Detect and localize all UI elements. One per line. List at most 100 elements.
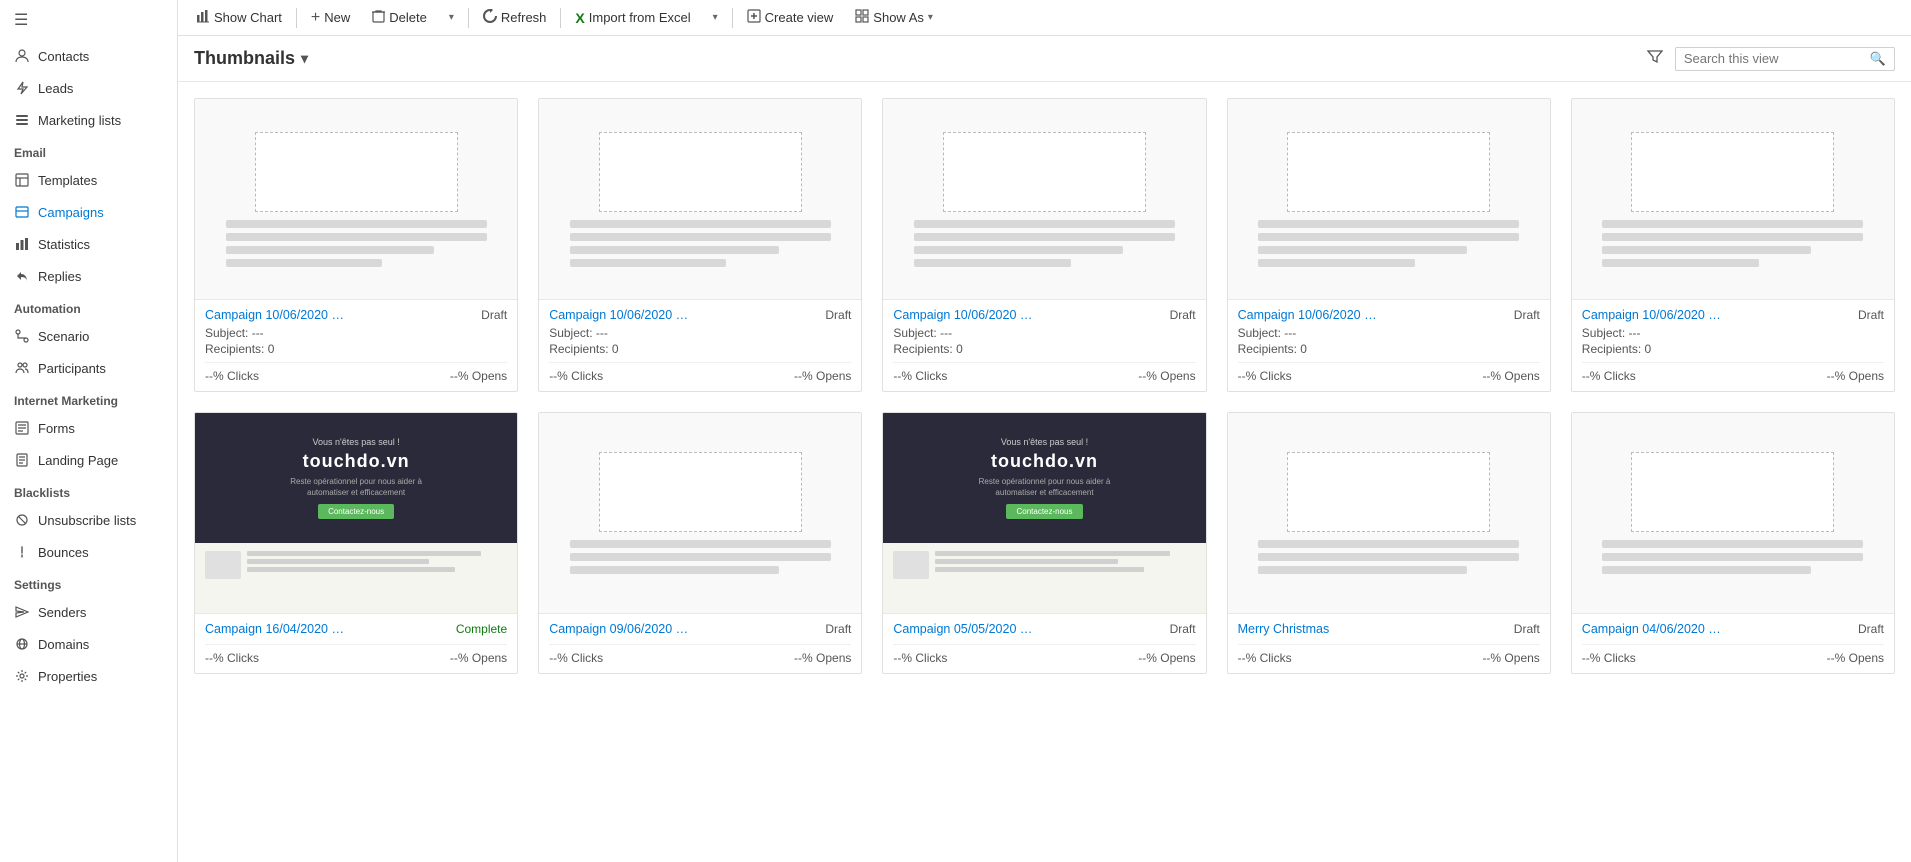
sidebar-item-senders[interactable]: Senders xyxy=(0,596,177,628)
sidebar-item-properties[interactable]: Properties xyxy=(0,660,177,692)
campaign-title-7[interactable]: Campaign 09/06/2020 à ... xyxy=(549,622,689,636)
preview-line xyxy=(226,233,487,241)
campaign-card-8[interactable]: Vous n'êtes pas seul ! touchdo.vn Reste … xyxy=(882,412,1206,674)
campaign-card-9[interactable]: Merry Christmas Draft --% Clicks --% Ope… xyxy=(1227,412,1551,674)
campaign-info-7: Campaign 09/06/2020 à ... Draft --% Clic… xyxy=(539,613,861,673)
refresh-button[interactable]: Refresh xyxy=(473,5,557,30)
campaign-recipients-3: Recipients: 0 xyxy=(893,342,1195,356)
campaign-card-2[interactable]: Campaign 10/06/2020 à ... Draft Subject:… xyxy=(538,98,862,392)
sidebar-item-leads[interactable]: Leads xyxy=(0,72,177,104)
import-dropdown-button[interactable]: ▾ xyxy=(703,8,728,27)
campaign-card-4[interactable]: Campaign 10/06/2020 à ... Draft Subject:… xyxy=(1227,98,1551,392)
sender-icon xyxy=(14,604,30,620)
sidebar-item-landing-page[interactable]: Landing Page xyxy=(0,444,177,476)
campaign-title-5[interactable]: Campaign 10/06/2020 à ... xyxy=(1582,308,1722,322)
sidebar-item-leads-label: Leads xyxy=(38,81,73,96)
search-input[interactable] xyxy=(1684,51,1864,66)
sidebar-item-forms[interactable]: Forms xyxy=(0,412,177,444)
campaign-card-7[interactable]: Campaign 09/06/2020 à ... Draft --% Clic… xyxy=(538,412,862,674)
campaign-preview-7 xyxy=(539,413,861,613)
campaign-title-2[interactable]: Campaign 10/06/2020 à ... xyxy=(549,308,689,322)
sidebar-item-unsubscribe-lists[interactable]: Unsubscribe lists xyxy=(0,504,177,536)
campaign-stats-4: --% Clicks --% Opens xyxy=(1238,362,1540,383)
campaign-title-1[interactable]: Campaign 10/06/2020 à ... xyxy=(205,308,345,322)
preview-placeholder-box-2 xyxy=(599,132,802,212)
campaign-opens-10: --% Opens xyxy=(1827,651,1884,665)
campaign-title-10[interactable]: Campaign 04/06/2020 à ... xyxy=(1582,622,1722,636)
campaign-card-3[interactable]: Campaign 10/06/2020 à ... Draft Subject:… xyxy=(882,98,1206,392)
campaign-subject-4: Subject: --- xyxy=(1238,326,1540,340)
campaign-title-8[interactable]: Campaign 05/05/2020 à ... xyxy=(893,622,1033,636)
flow-icon xyxy=(14,328,30,344)
campaign-card-10[interactable]: Campaign 04/06/2020 à ... Draft --% Clic… xyxy=(1571,412,1895,674)
campaign-clicks-10: --% Clicks xyxy=(1582,651,1636,665)
sidebar-item-senders-label: Senders xyxy=(38,605,86,620)
touchdown-preview: Vous n'êtes pas seul ! touchdo.vn Reste … xyxy=(195,413,517,613)
campaign-opens-4: --% Opens xyxy=(1482,369,1539,383)
preview-lines-10 xyxy=(1602,540,1863,574)
sidebar-item-contacts[interactable]: Contacts xyxy=(0,40,177,72)
sidebar-item-replies[interactable]: Replies xyxy=(0,260,177,292)
sidebar-item-campaigns[interactable]: Campaigns xyxy=(0,196,177,228)
campaign-subject-2: Subject: --- xyxy=(549,326,851,340)
sidebar-item-domains[interactable]: Domains xyxy=(0,628,177,660)
preview-line xyxy=(1258,540,1519,548)
td-line xyxy=(247,567,455,572)
view-actions: 🔍 xyxy=(1643,44,1895,73)
view-title[interactable]: Thumbnails ▾ xyxy=(194,48,308,69)
sidebar-item-scenario[interactable]: Scenario xyxy=(0,320,177,352)
hamburger-menu[interactable]: ☰ xyxy=(0,0,177,40)
lightning-icon xyxy=(14,80,30,96)
campaign-info-2: Campaign 10/06/2020 à ... Draft Subject:… xyxy=(539,299,861,391)
sidebar-section-automation: Automation xyxy=(0,292,177,320)
title-row-8: Campaign 05/05/2020 à ... Draft xyxy=(893,622,1195,636)
preview-line xyxy=(1258,566,1467,574)
campaign-title-6[interactable]: Campaign 16/04/2020 à ... xyxy=(205,622,345,636)
show-as-button[interactable]: Show As ▾ xyxy=(845,5,943,30)
campaign-status-4: Draft xyxy=(1514,308,1540,322)
td-cta: Contactez-nous xyxy=(318,504,394,519)
show-as-arrow-icon: ▾ xyxy=(928,12,933,23)
group-icon xyxy=(14,360,30,376)
td-line xyxy=(935,559,1117,564)
campaign-clicks-4: --% Clicks xyxy=(1238,369,1292,383)
preview-line xyxy=(1602,566,1811,574)
campaign-preview-3 xyxy=(883,99,1205,299)
sidebar-item-templates[interactable]: Templates xyxy=(0,164,177,196)
campaign-card-1[interactable]: Campaign 10/06/2020 à ... Draft Subject:… xyxy=(194,98,518,392)
delete-button[interactable]: Delete xyxy=(362,5,437,30)
campaign-card-5[interactable]: Campaign 10/06/2020 à ... Draft Subject:… xyxy=(1571,98,1895,392)
sidebar-section-settings: Settings xyxy=(0,568,177,596)
sidebar-item-landing-page-label: Landing Page xyxy=(38,453,118,468)
campaign-opens-7: --% Opens xyxy=(794,651,851,665)
sidebar-item-replies-label: Replies xyxy=(38,269,81,284)
sidebar-item-statistics[interactable]: Statistics xyxy=(0,228,177,260)
new-button[interactable]: + New xyxy=(301,5,360,31)
preview-line xyxy=(914,259,1071,267)
separator-4 xyxy=(732,8,733,28)
sidebar-item-participants[interactable]: Participants xyxy=(0,352,177,384)
main-content: Show Chart + New Delete ▾ Refresh X Impo… xyxy=(178,0,1911,862)
sidebar-item-marketing-lists[interactable]: Marketing lists xyxy=(0,104,177,136)
campaign-title-9[interactable]: Merry Christmas xyxy=(1238,622,1330,636)
td-cta-2: Contactez-nous xyxy=(1006,504,1082,519)
title-row-9: Merry Christmas Draft xyxy=(1238,622,1540,636)
sidebar-item-bounces[interactable]: Bounces xyxy=(0,536,177,568)
campaign-title-4[interactable]: Campaign 10/06/2020 à ... xyxy=(1238,308,1378,322)
campaign-info-10: Campaign 04/06/2020 à ... Draft --% Clic… xyxy=(1572,613,1894,673)
delete-icon xyxy=(372,9,385,26)
new-label: New xyxy=(324,10,350,25)
campaign-opens-1: --% Opens xyxy=(450,369,507,383)
more-dropdown-button[interactable]: ▾ xyxy=(439,8,464,27)
view-header: Thumbnails ▾ 🔍 xyxy=(178,36,1911,82)
create-view-button[interactable]: Create view xyxy=(737,5,844,30)
campaign-opens-5: --% Opens xyxy=(1827,369,1884,383)
excel-icon: X xyxy=(575,10,584,26)
campaign-title-3[interactable]: Campaign 10/06/2020 à ... xyxy=(893,308,1033,322)
show-chart-button[interactable]: Show Chart xyxy=(186,5,292,30)
campaign-subject-5: Subject: --- xyxy=(1582,326,1884,340)
campaign-card-6[interactable]: Vous n'êtes pas seul ! touchdo.vn Reste … xyxy=(194,412,518,674)
filter-button[interactable] xyxy=(1643,44,1667,73)
import-excel-button[interactable]: X Import from Excel xyxy=(565,6,700,30)
td-tagline-2: Vous n'êtes pas seul ! xyxy=(1001,437,1088,447)
